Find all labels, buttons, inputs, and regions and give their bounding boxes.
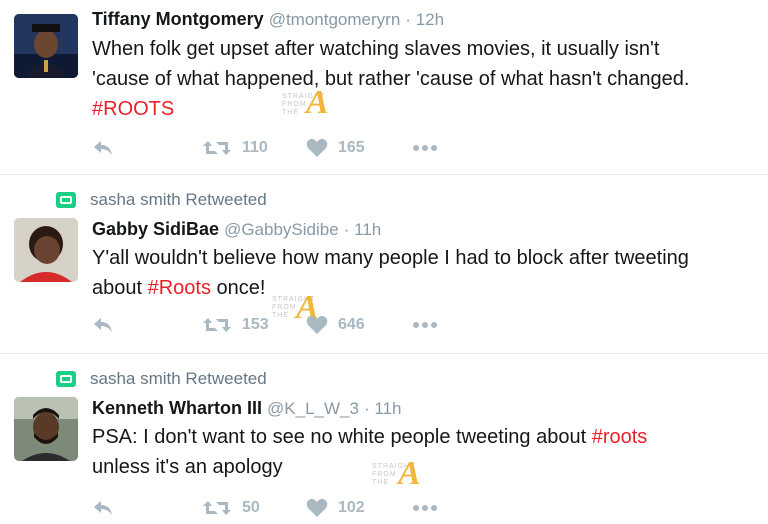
more-icon	[413, 505, 437, 511]
tweet-actions: 50 102	[92, 498, 438, 518]
reply-icon	[94, 141, 112, 155]
tweet-header: Tiffany Montgomery @tmontgomeryrn · 12h	[92, 9, 445, 29]
timestamp[interactable]: 12h	[416, 10, 444, 29]
like-count: 165	[338, 139, 365, 156]
reply-button[interactable]	[92, 499, 202, 517]
tweet-actions: 110 165	[92, 138, 438, 158]
tweet-text-line: Y'all wouldn't believe how many people I…	[92, 247, 689, 269]
tweet-actions: 153 646	[92, 315, 438, 335]
retweeted-by[interactable]: sasha smith Retweeted	[56, 190, 267, 210]
like-count: 646	[338, 316, 365, 333]
avatar-portrait-image	[14, 218, 78, 282]
author-handle[interactable]: @K_L_W_3	[267, 399, 359, 418]
author-name[interactable]: Tiffany Montgomery	[92, 9, 264, 29]
retweeted-by-label: sasha smith Retweeted	[90, 369, 267, 388]
avatar[interactable]	[14, 397, 78, 461]
tweet-text-line: about #Roots once!	[92, 277, 266, 299]
tweet-text-line: #ROOTS	[92, 94, 689, 124]
avatar-portrait-image	[14, 397, 78, 461]
author-handle[interactable]: @tmontgomeryrn	[269, 10, 401, 29]
hashtag-link[interactable]: #ROOTS	[92, 98, 174, 120]
author-name[interactable]: Kenneth Wharton III	[92, 398, 262, 418]
retweet-button[interactable]: 50	[202, 499, 306, 517]
reply-icon	[94, 501, 112, 515]
more-button[interactable]	[412, 321, 438, 329]
hashtag-link[interactable]: #Roots	[148, 277, 211, 299]
like-button[interactable]: 646	[306, 315, 412, 335]
reply-button[interactable]	[92, 316, 202, 334]
tweet-text-line: When folk get upset after watching slave…	[92, 38, 660, 60]
retweet-count: 50	[242, 499, 260, 516]
tweet-text-line: unless it's an apology	[92, 456, 283, 478]
heart-icon	[306, 315, 328, 334]
timestamp[interactable]: 11h	[354, 220, 381, 239]
retweet-count: 153	[242, 316, 269, 333]
tweet-text: PSA: I don't want to see no white people…	[92, 422, 647, 482]
retweet-icon	[203, 141, 231, 155]
retweet-icon	[203, 501, 231, 515]
like-count: 102	[338, 499, 365, 516]
tweet-1[interactable]: Tiffany Montgomery @tmontgomeryrn · 12h …	[0, 0, 768, 175]
more-button[interactable]	[412, 504, 438, 512]
more-button[interactable]	[412, 144, 438, 152]
retweet-button[interactable]: 110	[202, 139, 306, 157]
like-button[interactable]: 102	[306, 498, 412, 518]
tweet-text: Y'all wouldn't believe how many people I…	[92, 243, 689, 303]
avatar[interactable]	[14, 14, 78, 78]
tweet-text-line: PSA: I don't want to see no white people…	[92, 426, 648, 448]
retweeted-by-label: sasha smith Retweeted	[90, 190, 267, 209]
reply-icon	[94, 318, 112, 332]
tweet-text-line: 'cause of what happened, but rather 'cau…	[92, 68, 690, 90]
watermark-logo: A	[306, 84, 329, 121]
hashtag-link[interactable]: #roots	[592, 426, 648, 448]
avatar[interactable]	[14, 218, 78, 282]
avatar-graduate-image	[14, 14, 78, 78]
author-name[interactable]: Gabby SidiBae	[92, 219, 219, 239]
like-button[interactable]: 165	[306, 138, 412, 158]
retweet-badge-icon	[56, 371, 76, 387]
heart-icon	[306, 498, 328, 517]
more-icon	[413, 145, 437, 151]
tweet-header: Kenneth Wharton III @K_L_W_3 · 11h	[92, 398, 402, 418]
more-icon	[413, 322, 437, 328]
retweet-icon	[203, 318, 231, 332]
retweet-count: 110	[242, 139, 268, 156]
retweet-badge-icon	[56, 192, 76, 208]
tweet-3[interactable]: sasha smith Retweeted Kenneth Wharton II…	[0, 355, 768, 524]
timestamp[interactable]: 11h	[374, 399, 401, 418]
heart-icon	[306, 138, 328, 157]
author-handle[interactable]: @GabbySidibe	[224, 220, 339, 239]
tweet-text: When folk get upset after watching slave…	[92, 34, 689, 124]
tweet-header: Gabby SidiBae @GabbySidibe · 11h	[92, 219, 382, 239]
retweeted-by[interactable]: sasha smith Retweeted	[56, 369, 267, 389]
tweet-2[interactable]: sasha smith Retweeted Gabby SidiBae @Gab…	[0, 176, 768, 354]
retweet-button[interactable]: 153	[202, 316, 306, 334]
reply-button[interactable]	[92, 139, 202, 157]
watermark-logo: A	[398, 455, 421, 492]
